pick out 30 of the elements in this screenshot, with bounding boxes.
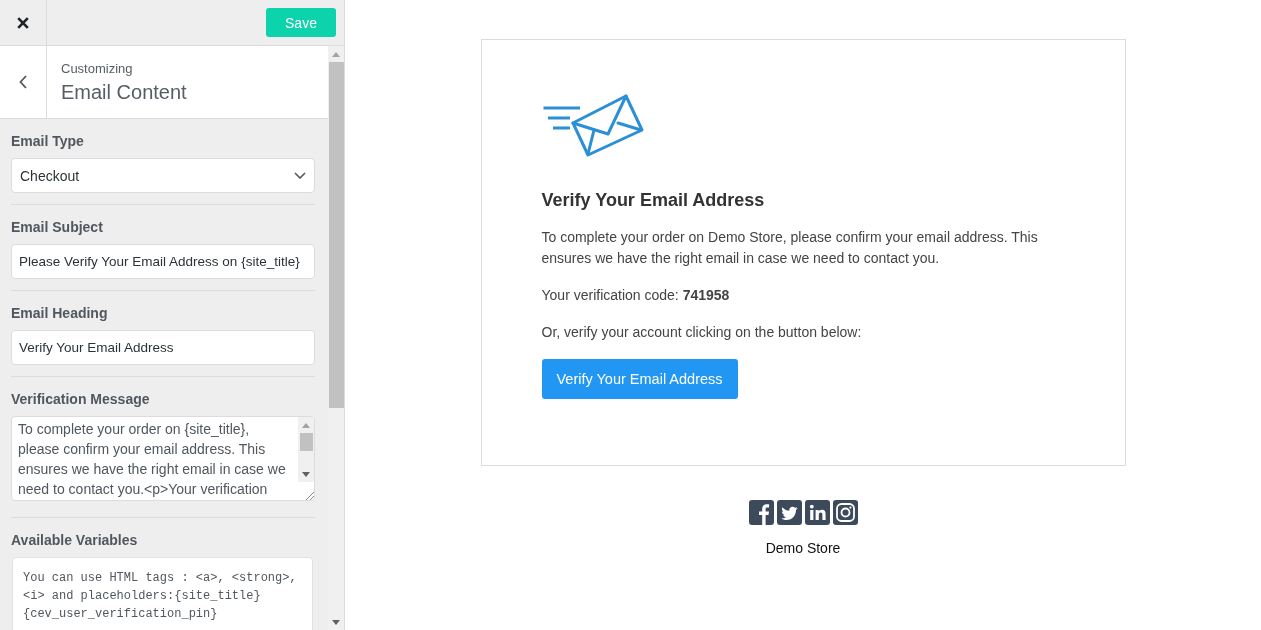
variables-panel: You can use HTML tags : <a>, <strong>, <i> and placeholders:{site_title} {cev_user_verification_pin} (12, 557, 313, 630)
panel-title: Email Content (61, 80, 187, 104)
breadcrumb: Customizing (61, 60, 134, 76)
scrollbar-thumb[interactable] (299, 433, 313, 451)
email-heading: Verify Your Email Address (541, 189, 766, 211)
twitter-icon[interactable] (776, 500, 802, 525)
text-field[interactable]: Please Verify Your Email Address on {site_title} (11, 244, 315, 279)
scroll-down-arrow-icon[interactable] (302, 471, 310, 477)
scroll-down-arrow-icon[interactable] (332, 619, 340, 625)
email-paragraph: Or, verify your account clicking on the button below: (541, 323, 863, 342)
close-icon (17, 16, 29, 29)
resize-grip-icon[interactable] (305, 491, 314, 500)
email-paragraph: Your verification code: 741958 (541, 286, 731, 305)
store-name: Demo Store (765, 540, 841, 556)
email-paragraph: To complete your order on Demo Store, please confirm your email address. This ensures we have the right email in case we need to contact you. (541, 228, 1039, 268)
field-label: Email Type (11, 132, 85, 150)
field-label: Email Subject (11, 218, 104, 236)
instagram-icon[interactable] (832, 500, 858, 525)
field-label: Available Variables (11, 531, 139, 549)
field-label: Email Heading (11, 304, 109, 322)
textarea-field[interactable]: To complete your order on {site_title}, please confirm your email address. This ensures we have the right email in case we need to contact you.<p>Your verification (11, 416, 315, 501)
dropdown[interactable]: Checkout (11, 158, 315, 193)
field-label: Verification Message (11, 390, 151, 408)
text-field[interactable]: Verify Your Email Address (11, 330, 315, 365)
envelope-icon (541, 93, 644, 157)
facebook-icon[interactable] (748, 500, 774, 525)
scrollbar-thumb[interactable] (328, 62, 344, 408)
chevron-down-icon (294, 172, 306, 179)
chevron-left-icon (19, 75, 27, 89)
linkedin-icon[interactable] (804, 500, 830, 525)
